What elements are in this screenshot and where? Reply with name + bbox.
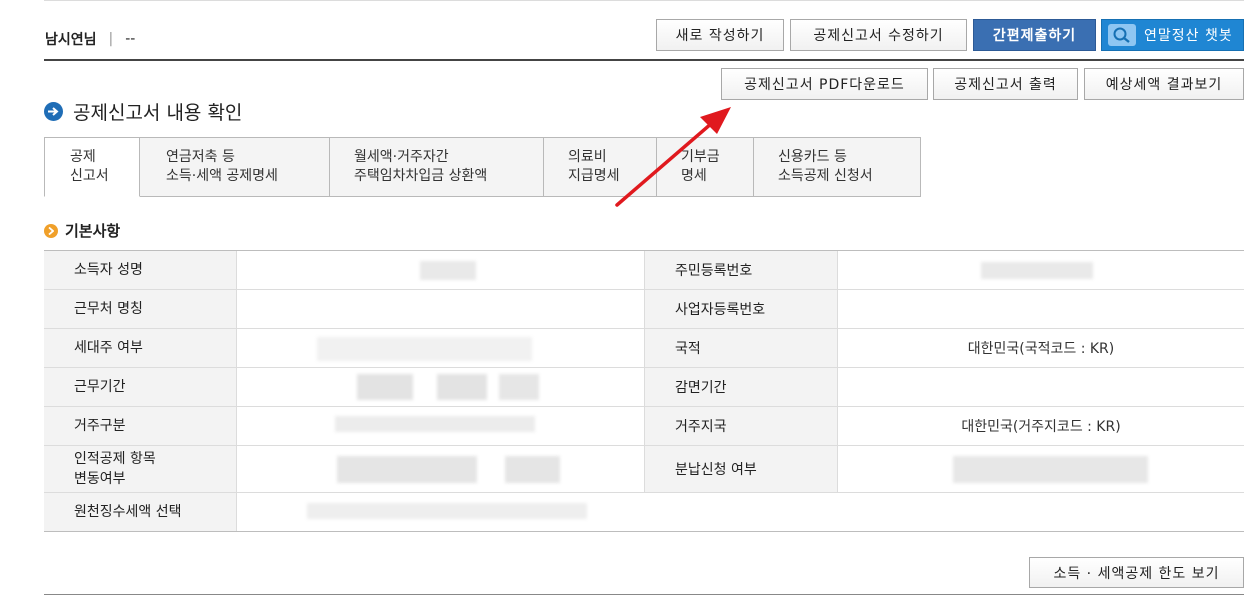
redacted-block bbox=[337, 456, 477, 483]
chatbot-button[interactable]: 연말정산 챗봇 bbox=[1101, 19, 1244, 51]
basic-info-title: 기본사항 bbox=[44, 220, 120, 241]
top-divider bbox=[44, 0, 1244, 1]
print-button[interactable]: 공제신고서 출력 bbox=[933, 68, 1078, 100]
pdf-download-button[interactable]: 공제신고서 PDF다운로드 bbox=[721, 68, 928, 100]
label-work-period: 근무기간 bbox=[44, 368, 237, 406]
table-row: 근무처 명칭 사업자등록번호 bbox=[44, 290, 1244, 329]
value-installment bbox=[838, 446, 1244, 492]
label-name: 소득자 성명 bbox=[44, 251, 237, 289]
value-residence-country: 대한민국(거주지코드 : KR) bbox=[961, 419, 1121, 435]
table-row: 근무기간 감면기간 bbox=[44, 368, 1244, 407]
value-workplace bbox=[237, 290, 645, 328]
basic-info-table: 소득자 성명 주민등록번호 근무처 명칭 사업자등록번호 세대주 여부 국적 대… bbox=[44, 250, 1244, 532]
value-personal-deduction bbox=[237, 446, 645, 492]
tab-pension[interactable]: 연금저축 등 소득·세액 공제명세 bbox=[140, 137, 330, 197]
redacted-block bbox=[317, 337, 532, 361]
label-resident-no: 주민등록번호 bbox=[645, 251, 838, 289]
user-extra: -- bbox=[125, 31, 136, 47]
value-empty bbox=[838, 493, 1244, 531]
tab-label: 공제 신고서 bbox=[70, 149, 109, 184]
table-row: 거주구분 거주지국 대한민국(거주지코드 : KR) bbox=[44, 407, 1244, 446]
table-row: 세대주 여부 국적 대한민국(국적코드 : KR) bbox=[44, 329, 1244, 368]
basic-info-title-text: 기본사항 bbox=[65, 222, 121, 240]
redacted-block bbox=[499, 374, 539, 400]
edit-button[interactable]: 공제신고서 수정하기 bbox=[790, 19, 967, 51]
label-empty bbox=[645, 493, 838, 531]
table-row: 인적공제 항목 변동여부 분납신청 여부 bbox=[44, 446, 1244, 493]
submit-button[interactable]: 간편제출하기 bbox=[973, 19, 1096, 51]
redacted-block bbox=[357, 374, 413, 400]
redacted-block bbox=[335, 416, 535, 432]
label-personal-deduction: 인적공제 항목 변동여부 bbox=[44, 446, 237, 492]
label-nationality: 국적 bbox=[645, 329, 838, 367]
value-nationality: 대한민국(국적코드 : KR) bbox=[967, 341, 1115, 357]
value-work-period bbox=[237, 368, 645, 406]
estimate-button[interactable]: 예상세액 결과보기 bbox=[1084, 68, 1244, 100]
chatbot-label: 연말정산 챗봇 bbox=[1144, 28, 1233, 44]
redacted-block bbox=[505, 456, 560, 483]
value-reduction-period bbox=[838, 368, 1244, 406]
tab-label: 월세액·거주자간 주택임차차입금 상환액 bbox=[354, 149, 488, 184]
user-separator: | bbox=[108, 31, 114, 47]
tab-label: 신용카드 등 소득공제 신청서 bbox=[778, 149, 873, 184]
new-button[interactable]: 새로 작성하기 bbox=[656, 19, 784, 51]
redacted-block bbox=[437, 374, 487, 400]
tab-donation[interactable]: 기부금 명세 bbox=[657, 137, 754, 197]
value-resident-no bbox=[838, 251, 1244, 289]
label-withholding: 원천징수세액 선택 bbox=[44, 493, 237, 531]
tab-label: 연금저축 등 소득·세액 공제명세 bbox=[166, 149, 278, 184]
section-title-text: 공제신고서 내용 확인 bbox=[73, 102, 243, 124]
value-name bbox=[237, 251, 645, 289]
label-residency: 거주구분 bbox=[44, 407, 237, 445]
redacted-block bbox=[953, 456, 1148, 483]
label-installment: 분납신청 여부 bbox=[645, 446, 838, 492]
deduction-limit-button[interactable]: 소득 · 세액공제 한도 보기 bbox=[1029, 557, 1244, 588]
label-workplace: 근무처 명칭 bbox=[44, 290, 237, 328]
tab-deduction-form[interactable]: 공제 신고서 bbox=[44, 137, 140, 197]
value-residency bbox=[237, 407, 645, 445]
chevron-right-icon bbox=[44, 223, 58, 238]
tab-medical[interactable]: 의료비 지급명세 bbox=[544, 137, 657, 197]
label-reduction-period: 감면기간 bbox=[645, 368, 838, 406]
search-globe-icon bbox=[1108, 24, 1136, 46]
label-biz-no: 사업자등록번호 bbox=[645, 290, 838, 328]
user-info: 남시연님 | -- bbox=[45, 28, 135, 50]
user-name: 남시연님 bbox=[45, 32, 97, 48]
label-household: 세대주 여부 bbox=[44, 329, 237, 367]
redacted-block bbox=[307, 503, 587, 519]
value-biz-no bbox=[838, 290, 1244, 328]
tab-credit-card[interactable]: 신용카드 등 소득공제 신청서 bbox=[754, 137, 921, 197]
section-title: 공제신고서 내용 확인 bbox=[44, 98, 242, 125]
header-rule bbox=[44, 59, 1244, 61]
tab-bar: 공제 신고서 연금저축 등 소득·세액 공제명세 월세액·거주자간 주택임차차입… bbox=[44, 137, 921, 197]
bottom-divider bbox=[44, 594, 1244, 595]
tab-label: 기부금 명세 bbox=[681, 149, 720, 184]
value-withholding bbox=[237, 493, 645, 531]
redacted-block bbox=[420, 261, 476, 280]
arrow-circle-icon bbox=[44, 102, 63, 121]
table-row: 원천징수세액 선택 bbox=[44, 493, 1244, 532]
value-household bbox=[237, 329, 645, 367]
redacted-block bbox=[981, 262, 1093, 279]
label-residence-country: 거주지국 bbox=[645, 407, 838, 445]
table-row: 소득자 성명 주민등록번호 bbox=[44, 251, 1244, 290]
tab-rent[interactable]: 월세액·거주자간 주택임차차입금 상환액 bbox=[330, 137, 544, 197]
tab-label: 의료비 지급명세 bbox=[568, 149, 620, 184]
